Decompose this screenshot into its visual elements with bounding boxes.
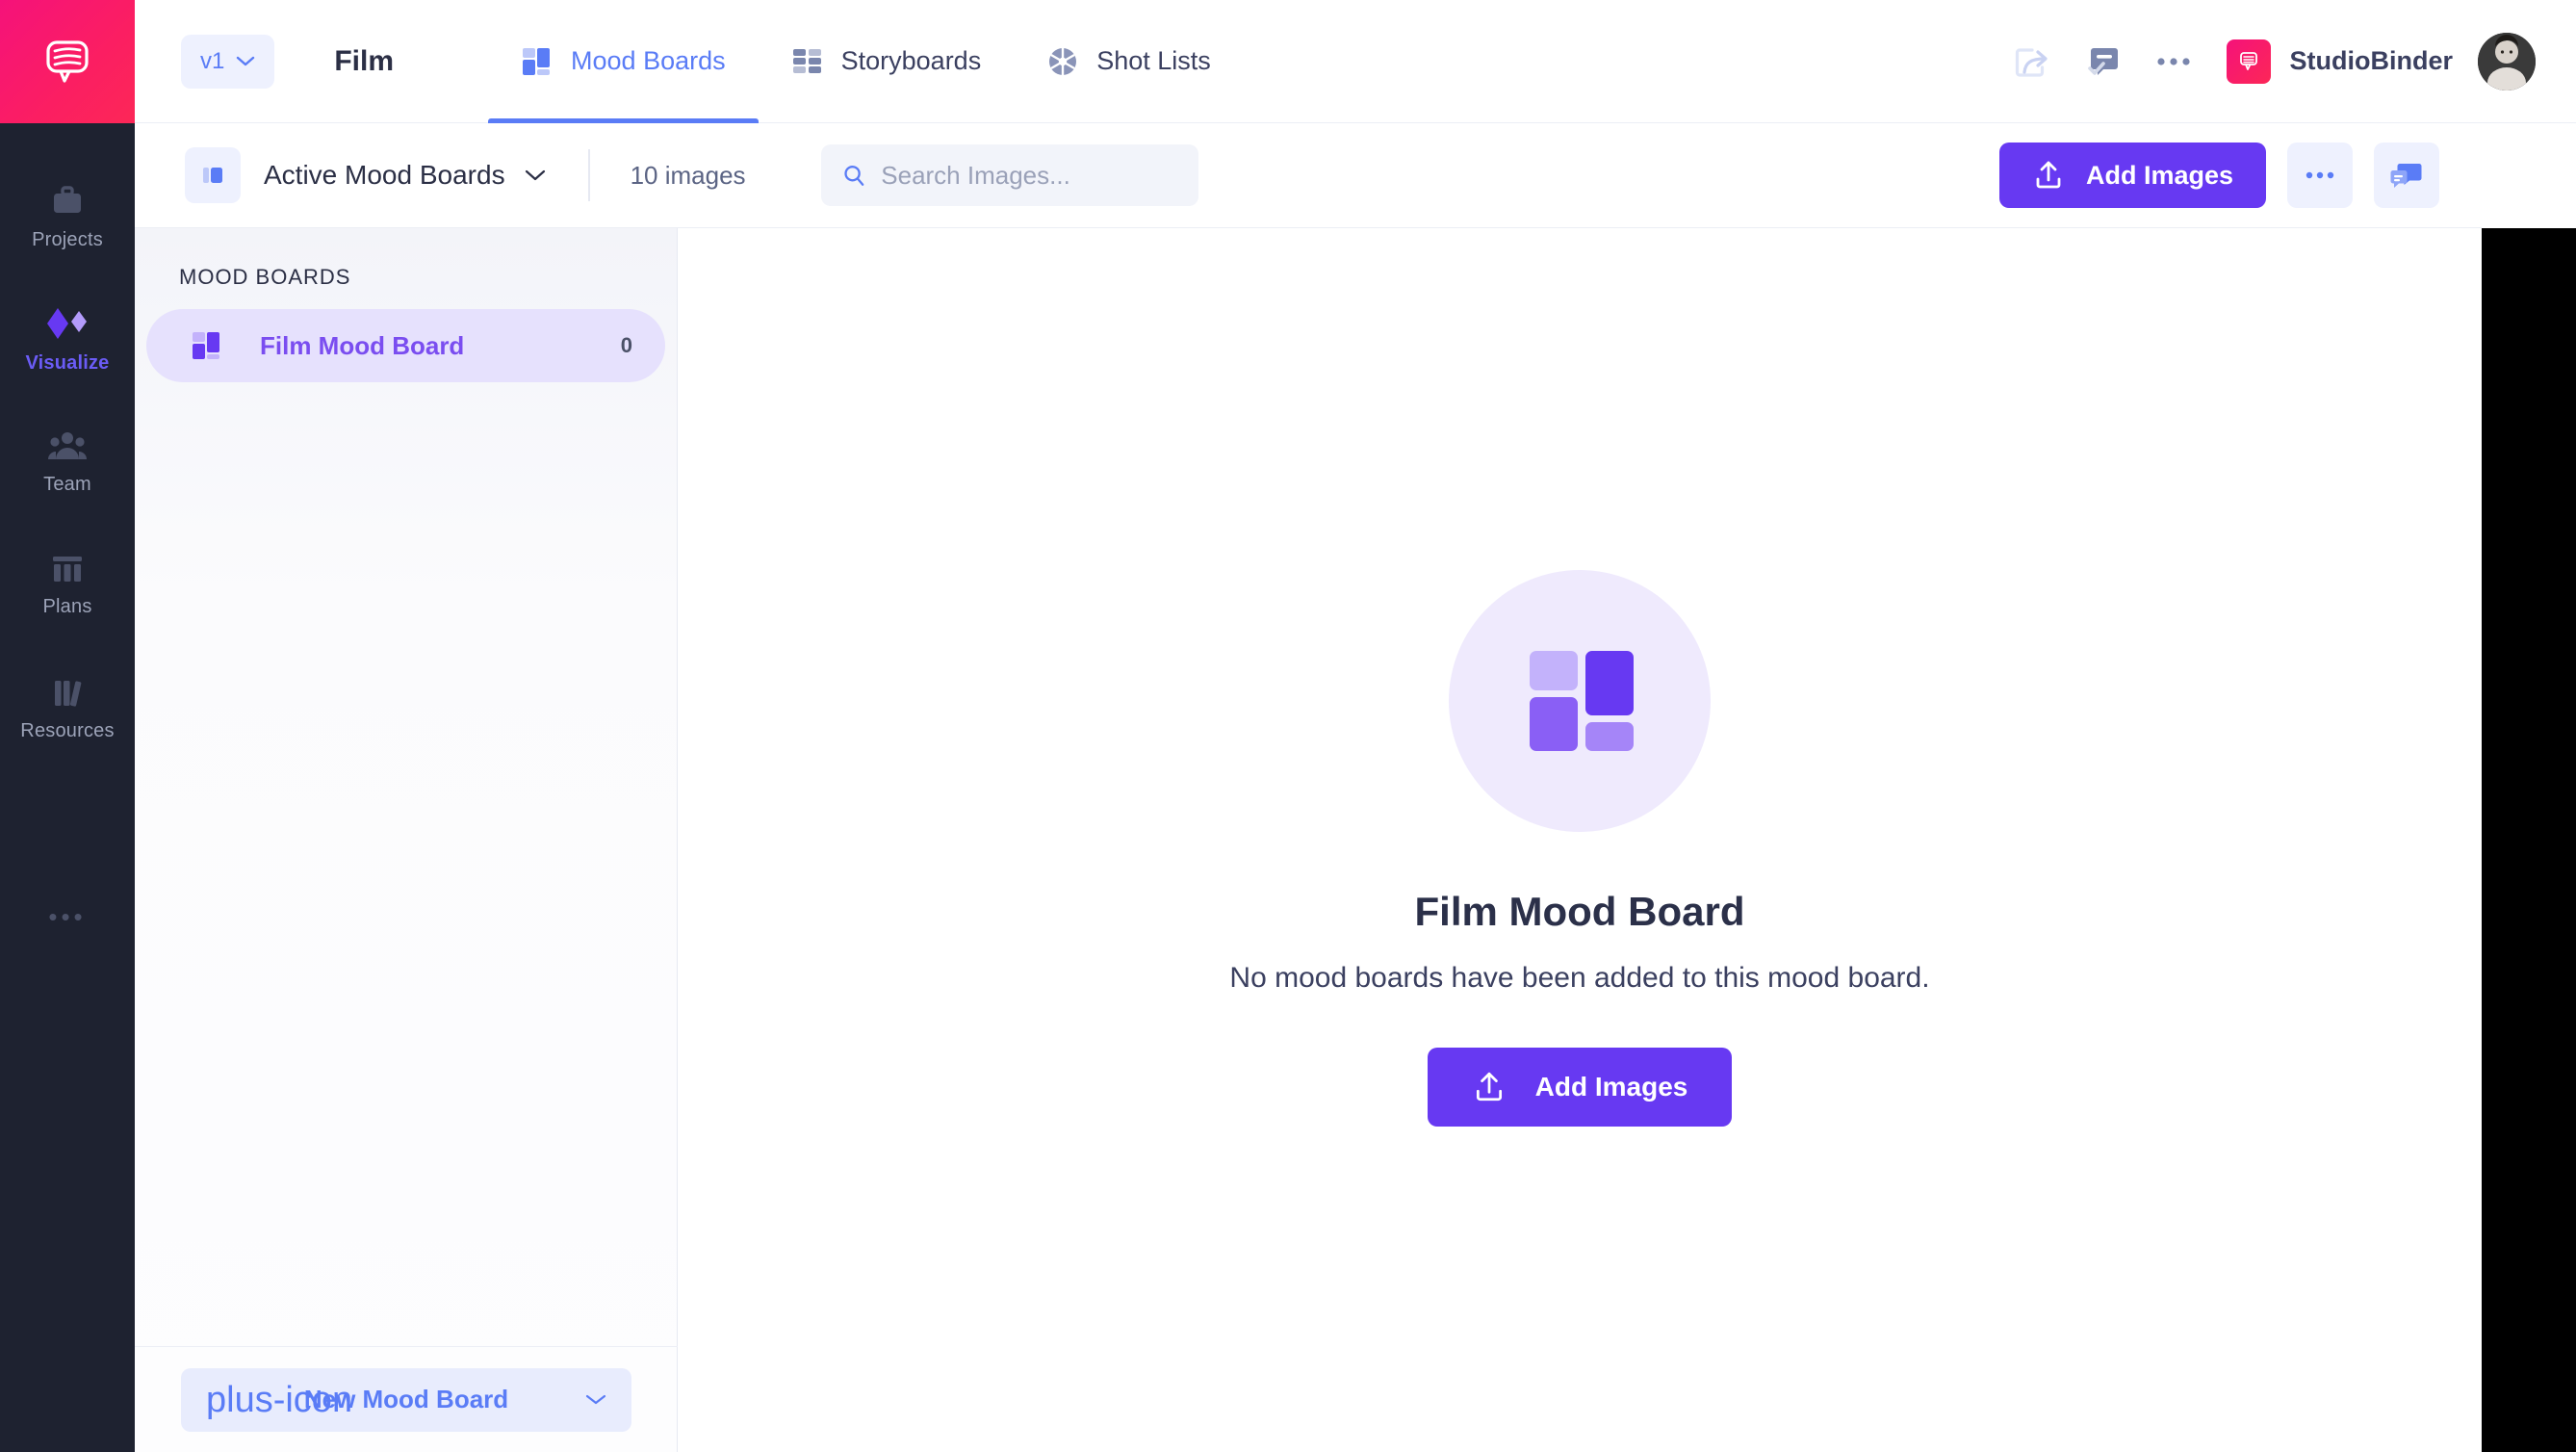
user-avatar[interactable] xyxy=(2478,32,2536,91)
chevron-down-icon xyxy=(585,1394,606,1405)
content-toolbar: Active Mood Boards 10 images Add Images xyxy=(135,123,2482,228)
search-icon xyxy=(843,166,863,186)
aperture-icon xyxy=(1049,47,1077,75)
rail-items: Projects Visualize Team Plans Resources xyxy=(0,154,135,770)
empty-state-icon-wrap xyxy=(1449,570,1711,832)
studiobinder-badge-icon xyxy=(2239,51,2257,70)
upload-icon xyxy=(2036,161,2061,189)
people-icon xyxy=(48,431,87,459)
main-tabs: Mood Boards Storyboards Shot Lists xyxy=(488,0,1244,123)
plus-icon: plus-icon xyxy=(206,1379,353,1420)
pillars-icon xyxy=(53,556,82,582)
mood-board-icon xyxy=(523,47,551,75)
mood-board-filter[interactable]: Active Mood Boards xyxy=(264,160,546,191)
main-content: Film Mood Board No mood boards have been… xyxy=(678,228,2482,1452)
primary-nav-rail: Projects Visualize Team Plans Resources … xyxy=(0,0,135,1452)
tab-label: Shot Lists xyxy=(1096,46,1211,75)
new-mood-board-button[interactable]: plus-icon New Mood Board xyxy=(181,1367,631,1432)
toolbar-divider xyxy=(587,149,590,201)
storyboard-grid-icon xyxy=(792,48,821,73)
mood-board-filter-label: Active Mood Boards xyxy=(264,160,505,190)
comment-check-icon xyxy=(2087,47,2118,75)
search-images-box[interactable] xyxy=(820,144,1198,206)
tab-label: Storyboards xyxy=(840,46,982,75)
list-item[interactable]: Film Mood Board 0 xyxy=(146,309,665,382)
mood-board-name: Film Mood Board xyxy=(260,330,465,360)
approvals-button[interactable] xyxy=(2067,26,2138,97)
header-actions: StudioBinder xyxy=(1996,26,2576,97)
mood-board-view-chip[interactable] xyxy=(185,147,241,203)
search-input[interactable] xyxy=(881,160,1177,191)
comments-icon xyxy=(2390,164,2422,188)
chevron-down-icon xyxy=(237,56,255,66)
chevron-down-icon xyxy=(525,169,545,181)
add-images-label: Add Images xyxy=(2085,160,2233,190)
add-images-button[interactable]: Add Images xyxy=(1998,143,2266,208)
header-more-button[interactable] xyxy=(2138,26,2209,97)
panel-footer: plus-icon New Mood Board xyxy=(135,1346,678,1452)
empty-state-subtitle: No mood boards have been added to this m… xyxy=(1229,962,1930,994)
toolbar-actions: Add Images xyxy=(1998,143,2482,208)
rail-item-plans[interactable]: Plans xyxy=(0,524,135,647)
toolbar-comments-button[interactable] xyxy=(2374,143,2439,208)
empty-state-title: Film Mood Board xyxy=(1414,889,1745,934)
rail-item-label: Resources xyxy=(20,719,115,741)
brand-name: StudioBinder xyxy=(2289,46,2454,75)
tab-mood-boards[interactable]: Mood Boards xyxy=(488,0,759,123)
rail-item-label: Visualize xyxy=(25,351,110,374)
mood-board-icon xyxy=(193,332,219,359)
ellipsis-icon xyxy=(2306,171,2334,179)
version-label: v1 xyxy=(200,47,225,74)
mood-board-chip-icon xyxy=(203,168,222,183)
rail-item-resources[interactable]: Resources xyxy=(0,647,135,770)
studiobinder-badge[interactable] xyxy=(2226,39,2271,84)
version-selector[interactable]: v1 xyxy=(181,34,275,89)
rail-item-team[interactable]: Team xyxy=(0,401,135,524)
tab-label: Mood Boards xyxy=(571,46,726,75)
empty-state-button-label: Add Images xyxy=(1534,1072,1688,1102)
mood-board-count: 0 xyxy=(620,333,632,357)
rail-more-button[interactable]: ••• xyxy=(0,878,135,955)
share-icon xyxy=(2015,47,2048,77)
page-title: Film xyxy=(334,44,395,77)
tab-storyboards[interactable]: Storyboards xyxy=(759,0,1015,123)
empty-state-add-images-button[interactable]: Add Images xyxy=(1427,1048,1733,1127)
app-logo[interactable] xyxy=(0,0,135,123)
panel-heading: MOOD BOARDS xyxy=(179,265,351,289)
diamonds-icon xyxy=(47,307,87,339)
upload-icon xyxy=(1476,1072,1502,1102)
ellipsis-icon xyxy=(2156,57,2190,65)
mood-boards-panel: MOOD BOARDS Film Mood Board 0 plus-icon … xyxy=(135,228,678,1452)
rail-item-label: Projects xyxy=(32,228,103,250)
image-count-label: 10 images xyxy=(630,160,746,190)
rail-item-label: Plans xyxy=(42,595,92,617)
briefcase-icon xyxy=(54,185,81,213)
mood-board-large-icon xyxy=(1530,651,1634,751)
avatar xyxy=(2478,32,2536,91)
books-icon xyxy=(55,680,82,707)
app-header: v1 Film Mood Boards Storyboards Shot Lis… xyxy=(135,0,2576,123)
rail-item-label: Team xyxy=(43,473,91,495)
rail-item-projects[interactable]: Projects xyxy=(0,154,135,277)
tab-shot-lists[interactable]: Shot Lists xyxy=(1014,0,1244,123)
speech-bubble-logo-icon xyxy=(46,40,89,83)
share-button[interactable] xyxy=(1996,26,2067,97)
right-black-strip xyxy=(2482,228,2576,1452)
toolbar-more-button[interactable] xyxy=(2287,143,2353,208)
rail-item-visualize[interactable]: Visualize xyxy=(0,277,135,401)
app-root: Projects Visualize Team Plans Resources … xyxy=(0,0,2576,1452)
